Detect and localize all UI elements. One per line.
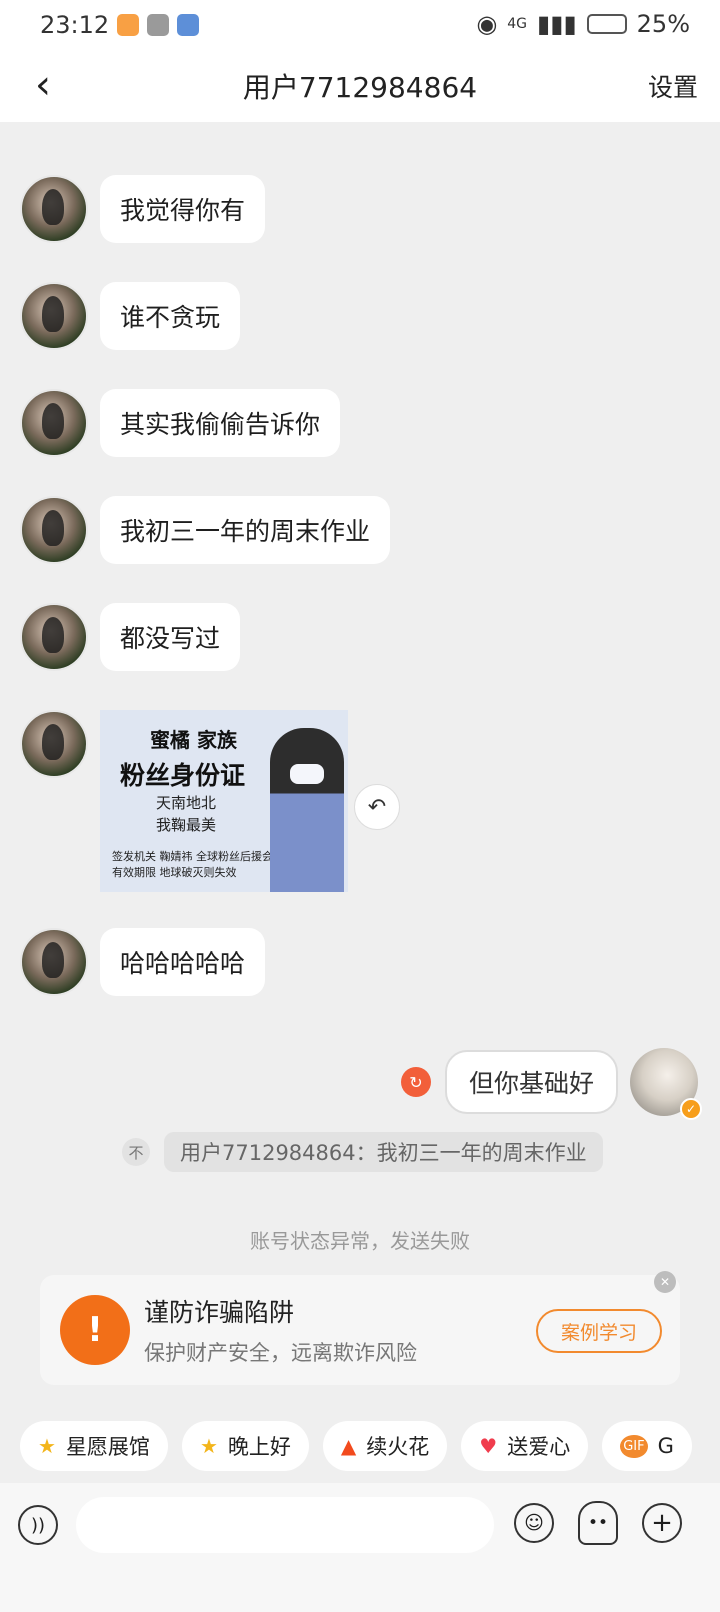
plus-icon[interactable]: + [642,1503,682,1543]
status-right: ◉ 4G ▮▮▮ 25% [476,10,690,38]
sticker-icon[interactable]: •• [578,1501,618,1545]
notification-app-icon [117,14,140,36]
avatar[interactable] [20,496,88,564]
signal-icon: ▮▮▮ [537,10,577,38]
fraud-subtitle: 保护财产安全，远离欺诈风险 [144,1341,417,1365]
chip-good-evening[interactable]: ★ 晚上好 [181,1421,309,1471]
eye-icon: ◉ [476,10,498,38]
system-tip: 账号状态异常，发送失败 [250,1229,470,1253]
back-icon[interactable]: ‹ [20,62,66,108]
chip-label: 星愿展馆 [65,1435,150,1459]
avatar[interactable] [20,175,88,243]
chip-send-love[interactable]: ♥ 送爱心 [461,1421,589,1471]
message-bubble[interactable]: 谁不贪玩 [100,282,241,350]
fire-icon: ▲ [340,1434,357,1458]
settings-button[interactable]: 设置 [648,68,698,104]
message-row: 其实我偷偷告诉你 [20,389,341,457]
message-row: 谁不贪玩 [20,282,241,350]
status-bar: 23:12 ◉ 4G ▮▮▮ 25% [0,0,720,50]
chat-header: ‹ 用户7712984864 设置 [0,50,720,122]
wechat-icon [147,14,170,36]
message-bubble[interactable]: 都没写过 [100,603,241,671]
chip-continue-spark[interactable]: ▲ 续火花 [322,1421,448,1471]
self-message-bubble[interactable]: 但你基础好 [444,1050,618,1114]
input-bar: )) ☺ •• + [0,1483,720,1612]
battery-icon [586,14,627,34]
message-bubble[interactable]: 哈哈哈哈哈 [100,928,266,996]
reply-icon[interactable]: ↶ [354,784,400,830]
image-text-line: 签发机关 鞠婧祎 全球粉丝后援会 [112,850,273,863]
send-failed-icon[interactable]: ↻ [400,1067,431,1097]
verified-badge-icon: ✓ [680,1098,702,1120]
image-text-line: 我鞠最美 [156,816,217,834]
avatar[interactable] [20,389,88,457]
self-message-row: ↻ 但你基础好 ✓ [400,1048,702,1120]
message-row-image: 蜜橘 家族 粉丝身份证 天南地北 我鞠最美 签发机关 鞠婧祎 全球粉丝后援会 有… [20,710,348,892]
image-text-line: 天南地北 [156,794,217,812]
chat-title: 用户7712984864 [242,71,478,104]
case-study-button[interactable]: 案例学习 [536,1309,662,1353]
photo-mask [290,764,324,784]
gif-icon: GIF [620,1434,648,1458]
message-bubble[interactable]: 其实我偷偷告诉你 [100,389,341,457]
network-label: 4G [507,16,528,32]
message-row: 我初三一年的周末作业 [20,496,391,564]
image-message[interactable]: 蜜橘 家族 粉丝身份证 天南地北 我鞠最美 签发机关 鞠婧祎 全球粉丝后援会 有… [100,710,348,892]
quote-icon: 不 [122,1138,150,1166]
message-bubble[interactable]: 我初三一年的周末作业 [100,496,391,564]
quoted-message[interactable]: 不 用户7712984864：我初三一年的周末作业 [122,1132,603,1172]
quote-text: 用户7712984864：我初三一年的周末作业 [164,1132,603,1172]
message-row: 我觉得你有 [20,175,266,243]
emoji-icon[interactable]: ☺ [514,1503,554,1543]
chip-label: 送爱心 [507,1435,571,1459]
chip-label: G [657,1434,674,1458]
battery-percent: 25% [636,10,690,38]
avatar[interactable] [20,603,88,671]
fraud-warning-card: ! 谨防诈骗陷阱 保护财产安全，远离欺诈风险 案例学习 ✕ [40,1271,680,1385]
image-text-line: 粉丝身份证 [120,761,246,790]
image-text-line: 有效期限 地球破灭则失效 [112,866,237,879]
shield-icon: ! [60,1295,130,1365]
message-row: 都没写过 [20,603,241,671]
avatar[interactable] [20,928,88,996]
heart-icon: ♥ [479,1434,498,1458]
message-bubble[interactable]: 我觉得你有 [100,175,266,243]
chip-star-gallery[interactable]: ★ 星愿展馆 [20,1421,168,1471]
avatar[interactable] [20,710,88,778]
avatar[interactable] [20,282,88,350]
image-text-line: 蜜橘 家族 [150,728,237,752]
self-avatar[interactable]: ✓ [630,1048,702,1120]
photo-figure [270,728,344,892]
voice-icon[interactable]: )) [18,1505,58,1545]
smile-star-icon: ★ [199,1434,218,1458]
chip-gif[interactable]: GIF G [602,1421,692,1471]
message-row: 哈哈哈哈哈 [20,928,266,996]
quick-action-chips: ★ 星愿展馆 ★ 晚上好 ▲ 续火花 ♥ 送爱心 GIF G [20,1421,692,1471]
chat-thread[interactable]: 我觉得你有 谁不贪玩 其实我偷偷告诉你 我初三一年的周末作业 都没写过 蜜橘 家… [0,122,720,1522]
message-input[interactable] [76,1497,494,1553]
status-time: 23:12 [40,11,110,39]
chip-label: 续火花 [366,1435,430,1459]
fraud-title: 谨防诈骗陷阱 [144,1298,295,1327]
chip-label: 晚上好 [227,1435,291,1459]
notification-card-icon [177,14,200,36]
star-icon: ★ [38,1434,56,1458]
close-icon[interactable]: ✕ [654,1271,676,1293]
